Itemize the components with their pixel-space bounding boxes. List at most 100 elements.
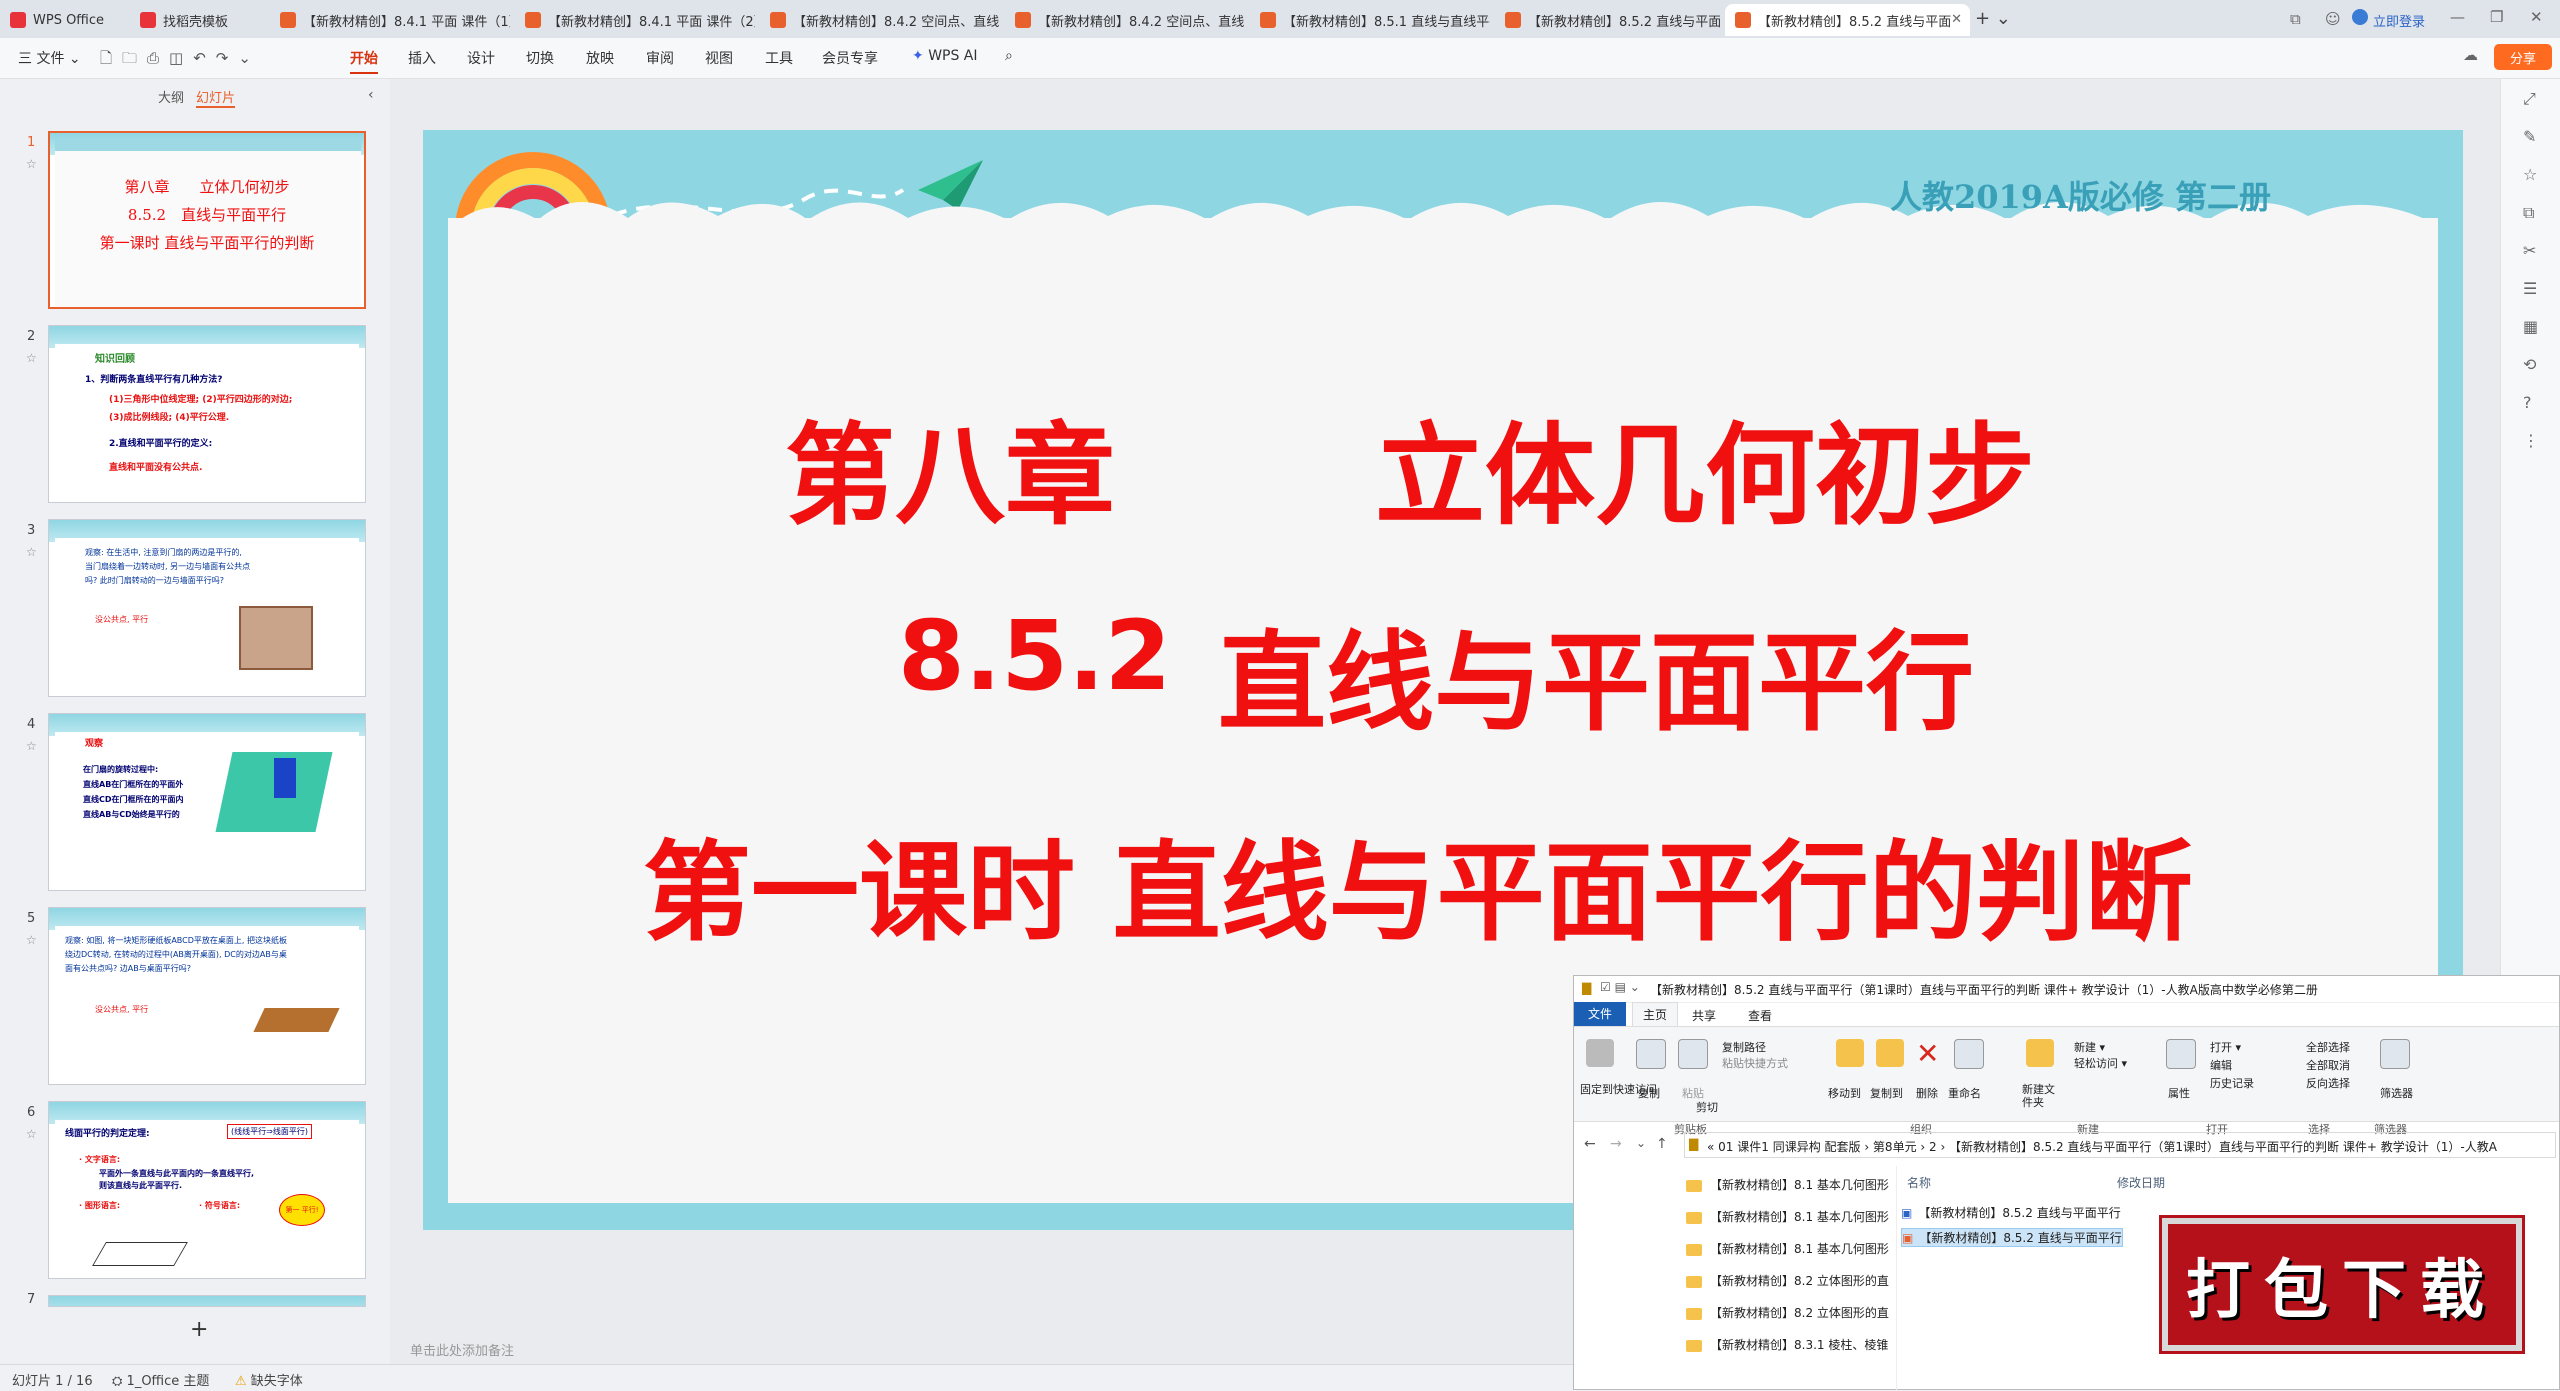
window-layout-icon[interactable]: ⧉	[2290, 10, 2301, 28]
select-all-button[interactable]: 全部选择	[2306, 1039, 2350, 1055]
wps-ai-button[interactable]: ✦ WPS AI	[912, 48, 978, 64]
close-tab-icon[interactable]: ✕	[1951, 12, 1962, 27]
tab-transition[interactable]: 切换	[526, 48, 554, 68]
template-icon[interactable]: ▦	[2523, 317, 2538, 336]
open-button[interactable]: 打开 ▾	[2210, 1039, 2241, 1055]
theme-name[interactable]: ⛭ 1_Office 主题	[112, 1370, 209, 1389]
slide-thumb-2[interactable]: 知识回顾 1、判断两条直线平行有几种方法? (1)三角形中位线定理; (2)平行…	[48, 325, 366, 503]
minimize-icon[interactable]: —	[2450, 8, 2465, 26]
nav-folder[interactable]: 【新教材精创】8.1 基本几何图形	[1686, 1208, 1889, 1225]
nav-folder[interactable]: 【新教材精创】8.2 立体图形的直	[1686, 1304, 1889, 1321]
copy-to-icon[interactable]	[1876, 1039, 1904, 1067]
slides-tab[interactable]: 幻灯片	[196, 87, 236, 108]
forward-icon[interactable]: →	[1610, 1136, 1622, 1152]
star-icon[interactable]: ☆	[26, 351, 37, 365]
star-icon[interactable]: ☆	[2523, 165, 2537, 184]
close-window-icon[interactable]: ✕	[2530, 8, 2543, 26]
explorer-tab-view[interactable]: 查看	[1748, 1007, 1772, 1024]
skin-icon[interactable]: ☺	[2325, 10, 2341, 28]
nav-folder[interactable]: 【新教材精创】8.2 立体图形的直	[1686, 1272, 1889, 1289]
select-none-button[interactable]: 全部取消	[2306, 1057, 2350, 1073]
copy-icon[interactable]	[1636, 1039, 1666, 1069]
slide-thumb-7[interactable]	[48, 1295, 366, 1307]
tab-member[interactable]: 会员专享	[822, 48, 878, 68]
star-icon[interactable]: ☆	[26, 157, 37, 171]
login-link[interactable]: 立即登录	[2373, 11, 2425, 30]
pin-icon[interactable]: ✎	[2523, 127, 2536, 146]
star-icon[interactable]: ☆	[26, 545, 37, 559]
easy-access-button[interactable]: 轻松访问 ▾	[2074, 1055, 2127, 1071]
quick-access-icons[interactable]: 🗋🗀⎙◫↶↷⌄	[100, 48, 261, 73]
column-header-name[interactable]: 名称	[1907, 1174, 1931, 1191]
edit-button[interactable]: 编辑	[2210, 1057, 2232, 1073]
expand-icon[interactable]: ⤢	[2523, 89, 2536, 109]
outline-tab[interactable]: 大纲	[158, 87, 184, 106]
tab-document[interactable]: 【新教材精创】8.4.2 空间点、直线	[1005, 4, 1245, 36]
copy-icon[interactable]: ⧉	[2523, 203, 2534, 223]
settings-icon[interactable]: ☰	[2523, 279, 2537, 298]
tab-document[interactable]: 【新教材精创】8.4.1 平面 课件（1）	[270, 4, 510, 36]
sync-icon[interactable]: ⟲	[2523, 355, 2536, 374]
slide-thumb-4[interactable]: 观察 在门扇的旋转过程中: 直线AB在门框所在的平面外 直线CD在门框所在的平面…	[48, 713, 366, 891]
tab-document[interactable]: 【新教材精创】8.4.1 平面 课件（2）	[515, 4, 755, 36]
tab-slideshow[interactable]: 放映	[586, 48, 614, 68]
slide-thumb-5[interactable]: 观察: 如图, 将一块矩形硬纸板ABCD平放在桌面上, 把这块纸板 绕边DC转动…	[48, 907, 366, 1085]
rename-icon[interactable]	[1954, 1039, 1984, 1069]
slide-thumb-1[interactable]: 第八章 立体几何初步 8.5.2 直线与平面平行 第一课时 直线与平面平行的判断	[48, 131, 366, 309]
paste-icon[interactable]	[1678, 1039, 1708, 1069]
tools-icon[interactable]: ✂	[2523, 241, 2536, 260]
slide-thumb-6[interactable]: 线面平行的判定定理: (线线平行⇒线面平行) · 文字语言: 平面外一条直线与此…	[48, 1101, 366, 1279]
restore-icon[interactable]: ❐	[2490, 8, 2503, 26]
star-icon[interactable]: ☆	[26, 933, 37, 947]
add-slide-button[interactable]: +	[190, 1317, 208, 1342]
tab-docer[interactable]: 找稻壳模板	[130, 4, 265, 36]
slide-thumb-3[interactable]: 观察: 在生活中, 注意到门扇的两边是平行的, 当门扇绕着一边转动时, 另一边与…	[48, 519, 366, 697]
history-button[interactable]: 历史记录	[2210, 1075, 2254, 1091]
properties-icon[interactable]	[2166, 1039, 2196, 1069]
tab-wps-office[interactable]: WPS Office	[0, 4, 125, 36]
quick-access-toolbar[interactable]: ☑ ▤ ⌄	[1600, 980, 1640, 994]
more-icon[interactable]: ⋮	[2523, 431, 2539, 450]
new-folder-icon[interactable]	[2026, 1039, 2054, 1067]
tab-document[interactable]: 【新教材精创】8.4.2 空间点、直线	[760, 4, 1000, 36]
notes-placeholder[interactable]: 单击此处添加备注	[410, 1340, 514, 1359]
new-item-button[interactable]: 新建 ▾	[2074, 1039, 2105, 1055]
pin-icon[interactable]	[1586, 1039, 1614, 1067]
back-icon[interactable]: ←	[1584, 1136, 1596, 1152]
explorer-tab-file[interactable]: 文件	[1574, 1002, 1626, 1026]
explorer-tab-home[interactable]: 主页	[1632, 1002, 1678, 1026]
tab-design[interactable]: 设计	[467, 48, 495, 68]
move-to-icon[interactable]	[1836, 1039, 1864, 1067]
up-icon[interactable]: ↑	[1656, 1136, 1668, 1152]
cut-button[interactable]: 剪切	[1696, 1099, 1718, 1115]
nav-folder[interactable]: 【新教材精创】8.3.1 棱柱、棱锥	[1686, 1336, 1888, 1353]
invert-selection-button[interactable]: 反向选择	[2306, 1075, 2350, 1091]
help-icon[interactable]: ?	[2523, 393, 2532, 412]
tab-insert[interactable]: 插入	[408, 48, 436, 68]
tab-tools[interactable]: 工具	[765, 48, 793, 68]
nav-folder[interactable]: 【新教材精创】8.1 基本几何图形	[1686, 1240, 1889, 1257]
collapse-panel-icon[interactable]: ‹	[368, 87, 374, 103]
column-header-modified[interactable]: 修改日期	[2117, 1174, 2165, 1191]
tab-home[interactable]: 开始	[350, 48, 378, 74]
tab-document[interactable]: 【新教材精创】8.5.1 直线与直线平行	[1250, 4, 1490, 36]
missing-font-indicator[interactable]: ⚠ 缺失字体	[235, 1370, 303, 1389]
explorer-tab-share[interactable]: 共享	[1692, 1007, 1716, 1024]
address-bar[interactable]: ▇ « 01 课件1 同课异构 配套版 › 第8单元 › 2 › 【新教材精创】…	[1684, 1132, 2556, 1158]
copy-path-button[interactable]: 复制路径	[1722, 1039, 1766, 1055]
tab-document[interactable]: 【新教材精创】8.5.2 直线与平面平	[1495, 4, 1720, 36]
recent-icon[interactable]: ⌄	[1636, 1136, 1646, 1150]
file-row-selected[interactable]: ▣ 【新教材精创】8.5.2 直线与平面平行（...	[1901, 1228, 2123, 1247]
search-icon[interactable]: ⌕	[1005, 48, 1013, 64]
star-icon[interactable]: ☆	[26, 739, 37, 753]
star-icon[interactable]: ☆	[26, 1127, 37, 1141]
tab-view[interactable]: 视图	[705, 48, 733, 68]
tab-review[interactable]: 审阅	[646, 48, 674, 68]
share-button[interactable]: 分享	[2494, 44, 2552, 70]
file-row[interactable]: ▣【新教材精创】8.5.2 直线与平面平行（...	[1901, 1204, 2121, 1221]
paste-shortcut-button[interactable]: 粘贴快捷方式	[1722, 1055, 1788, 1071]
filter-icon[interactable]	[2380, 1039, 2410, 1069]
avatar[interactable]	[2352, 9, 2368, 25]
tab-active-document[interactable]: 【新教材精创】8.5.2 直线与平面 ✕	[1725, 4, 1970, 36]
cloud-icon[interactable]: ☁	[2463, 46, 2478, 64]
